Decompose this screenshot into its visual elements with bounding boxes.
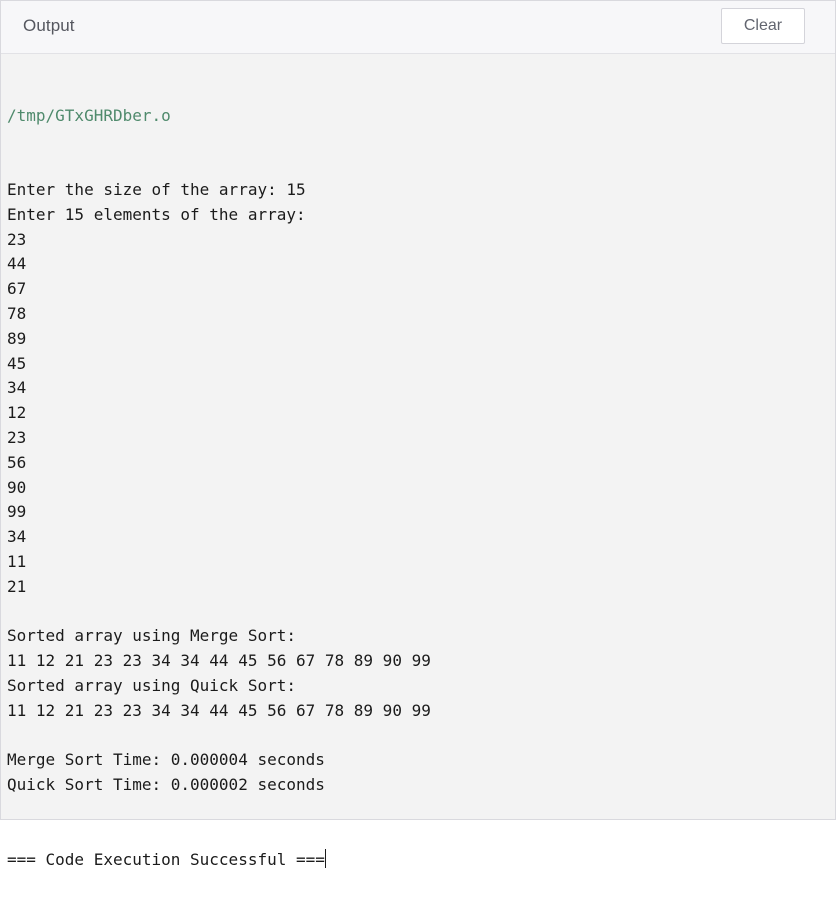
console-line: Quick Sort Time: 0.000002 seconds [7, 773, 827, 798]
console-line: 21 [7, 575, 827, 600]
console-line: 56 [7, 451, 827, 476]
console-line: 11 12 21 23 23 34 34 44 45 56 67 78 89 9… [7, 649, 827, 674]
console-line-text: === Code Execution Successful === [7, 849, 325, 869]
output-title: Output [23, 16, 75, 35]
console-line-text: 11 [7, 551, 27, 571]
console-line: 23 [7, 426, 827, 451]
console-line-text: Merge Sort Time: 0.000004 seconds [7, 750, 325, 770]
clear-button[interactable]: Clear [721, 8, 805, 44]
console-lines: Enter the size of the array: 15 Enter 15 … [7, 178, 827, 872]
console-line: === Code Execution Successful === [7, 848, 827, 873]
console-line: Merge Sort Time: 0.000004 seconds [7, 748, 827, 773]
console-line-text: 12 [7, 403, 27, 423]
console-line: 11 12 21 23 23 34 34 44 45 56 67 78 89 9… [7, 699, 827, 724]
console-line-text: 56 [7, 452, 27, 472]
executable-path: /tmp/GTxGHRDber.o [7, 105, 171, 125]
console-line-text: Quick Sort Time: 0.000002 seconds [7, 775, 325, 795]
console-line-text: 44 [7, 254, 27, 274]
console-line-text: Enter the size of the array: 15 [7, 179, 306, 199]
console-line-text: 23 [7, 427, 27, 447]
console-line-text: Sorted array using Quick Sort: [7, 675, 296, 695]
console-line: 34 [7, 525, 827, 550]
text-cursor [324, 848, 326, 868]
console-line-text: 45 [7, 353, 27, 373]
console-line-text: 21 [7, 576, 27, 596]
console-line-text: 90 [7, 477, 27, 497]
console-line: 11 [7, 550, 827, 575]
output-header: Output Clear [1, 1, 835, 54]
console-output[interactable]: /tmp/GTxGHRDber.o Enter the size of the … [7, 54, 827, 922]
console-line-text: 23 [7, 229, 27, 249]
console-line-text: 11 12 21 23 23 34 34 44 45 56 67 78 89 9… [7, 700, 431, 720]
console-line: 44 [7, 252, 827, 277]
console-line-text: Enter 15 elements of the array: [7, 204, 306, 224]
console-line: 67 [7, 277, 827, 302]
console-line: 34 [7, 376, 827, 401]
console-line-text: Sorted array using Merge Sort: [7, 626, 296, 646]
console-line-text: 11 12 21 23 23 34 34 44 45 56 67 78 89 9… [7, 651, 431, 671]
console-line: Enter the size of the array: 15 [7, 178, 827, 203]
output-panel: Output Clear /tmp/GTxGHRDber.o Enter the… [0, 0, 836, 869]
console-line: 78 [7, 302, 827, 327]
console-line-text: 34 [7, 527, 27, 547]
console-line: 89 [7, 327, 827, 352]
console-line: 23 [7, 228, 827, 253]
console-line-text: 67 [7, 279, 27, 299]
console-line: Sorted array using Merge Sort: [7, 624, 827, 649]
console-line: 99 [7, 500, 827, 525]
console-line-text: 89 [7, 328, 27, 348]
console-line: 45 [7, 352, 827, 377]
console-line: Sorted array using Quick Sort: [7, 674, 827, 699]
console-line: Enter 15 elements of the array: [7, 203, 827, 228]
console-line-text: 78 [7, 303, 27, 323]
console-line: 90 [7, 476, 827, 501]
console-line-text: 34 [7, 378, 27, 398]
console-line: 12 [7, 401, 827, 426]
console-line-text: 99 [7, 502, 27, 522]
